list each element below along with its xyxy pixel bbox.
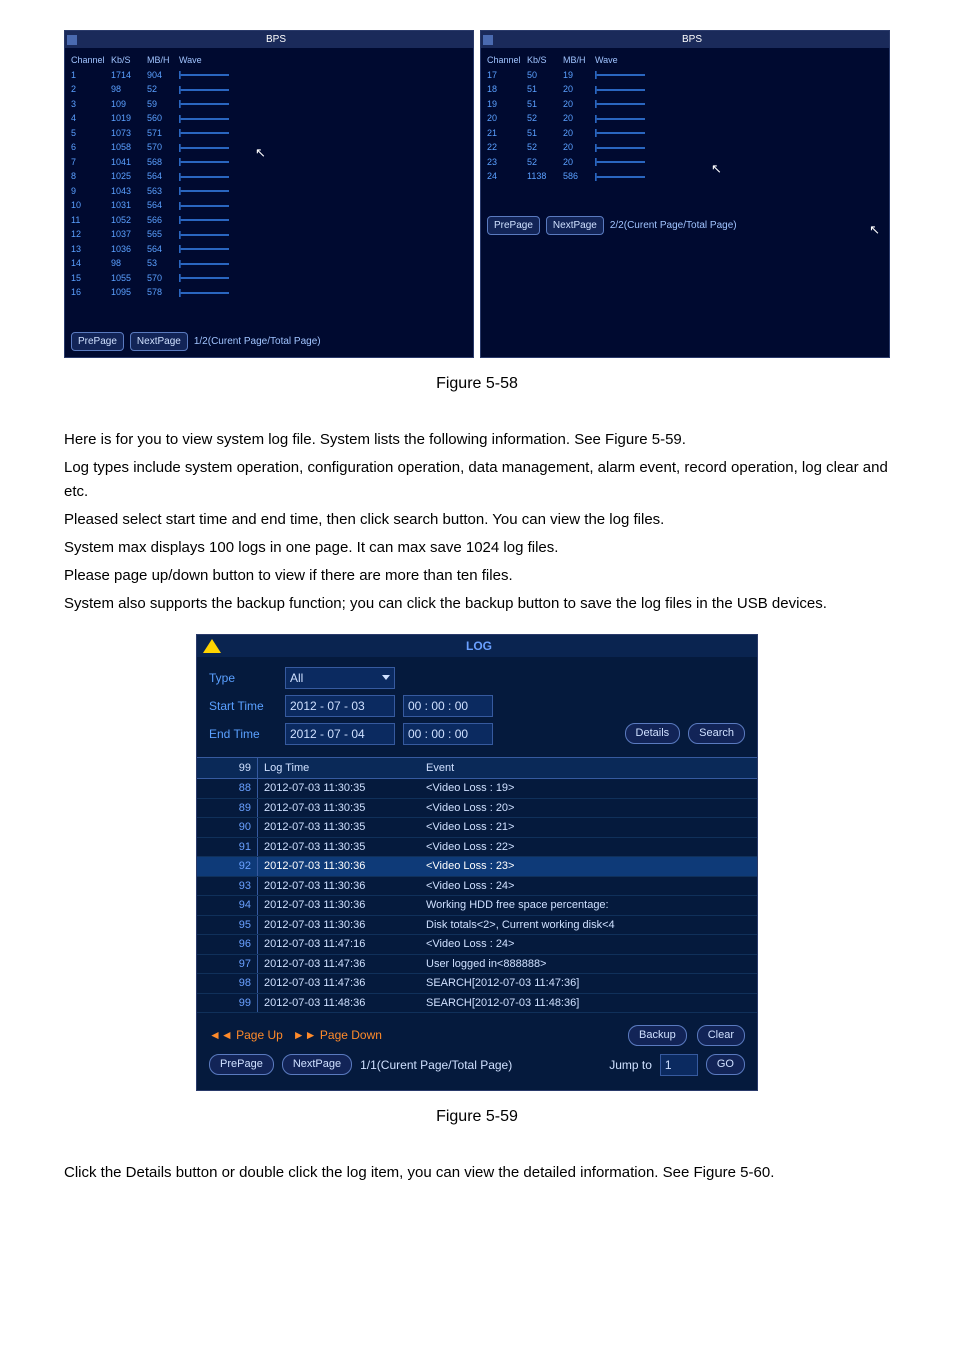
- log-row[interactable]: 972012-07-03 11:47:36User logged in<8888…: [197, 955, 757, 975]
- warning-icon: [203, 639, 221, 653]
- go-button[interactable]: GO: [706, 1054, 745, 1075]
- page-up-link[interactable]: ◄◄ Page Up: [209, 1026, 283, 1044]
- nextpage-button[interactable]: NextPage: [130, 332, 188, 351]
- log-title: LOG: [207, 637, 751, 655]
- type-value: All: [290, 669, 303, 687]
- search-button[interactable]: Search: [688, 723, 745, 744]
- log-row[interactable]: 952012-07-03 11:30:36Disk totals<2>, Cur…: [197, 916, 757, 936]
- prepage-button[interactable]: PrePage: [71, 332, 124, 351]
- chevron-down-icon: [382, 675, 390, 680]
- end-time-input[interactable]: 00 : 00 : 00: [403, 723, 493, 745]
- page-indicator: 1/2(Curent Page/Total Page): [194, 334, 321, 349]
- bps-title: BPS: [81, 32, 471, 47]
- col-count: 99: [197, 758, 258, 779]
- paragraph: Log types include system operation, conf…: [64, 456, 890, 504]
- log-row[interactable]: 892012-07-03 11:30:35<Video Loss : 20>: [197, 799, 757, 819]
- log-row[interactable]: 912012-07-03 11:30:35<Video Loss : 22>: [197, 838, 757, 858]
- paragraph: Here is for you to view system log file.…: [64, 428, 890, 452]
- paragraph: System also supports the backup function…: [64, 592, 890, 616]
- col-logtime[interactable]: Log Time: [258, 758, 420, 779]
- log-row[interactable]: 902012-07-03 11:30:35<Video Loss : 21>: [197, 818, 757, 838]
- bps-panel-right: BPS ChannelKb/SMB/HWave17501918512019512…: [480, 30, 890, 358]
- start-time-input[interactable]: 00 : 00 : 00: [403, 695, 493, 717]
- nextpage-button[interactable]: NextPage: [282, 1054, 352, 1075]
- start-time-label: Start Time: [209, 697, 277, 715]
- page-down-link[interactable]: ►► Page Down: [293, 1026, 382, 1044]
- type-select[interactable]: All: [285, 667, 395, 689]
- figure-caption-2: Figure 5-59: [64, 1105, 890, 1129]
- paragraph: Pleased select start time and end time, …: [64, 508, 890, 532]
- details-button[interactable]: Details: [625, 723, 681, 744]
- bps-title: BPS: [497, 32, 887, 47]
- log-list-header: 99 Log Time Event: [197, 757, 757, 780]
- log-row[interactable]: 922012-07-03 11:30:36<Video Loss : 23>: [197, 857, 757, 877]
- end-time-label: End Time: [209, 725, 277, 743]
- bps-titlebar-right: BPS: [481, 31, 889, 48]
- window-icon: [67, 35, 77, 45]
- nextpage-button[interactable]: NextPage: [546, 216, 604, 235]
- window-icon: [483, 35, 493, 45]
- log-row[interactable]: 982012-07-03 11:47:36SEARCH[2012-07-03 1…: [197, 974, 757, 994]
- paragraph: Click the Details button or double click…: [64, 1161, 890, 1185]
- jump-to-label: Jump to: [609, 1056, 652, 1074]
- bps-screenshots: BPS ChannelKb/SMB/HWave11714904298523109…: [64, 30, 890, 358]
- jump-to-input[interactable]: 1: [660, 1054, 698, 1076]
- bps-titlebar-left: BPS: [65, 31, 473, 48]
- type-label: Type: [209, 669, 277, 687]
- paragraph: Please page up/down button to view if th…: [64, 564, 890, 588]
- page-indicator: 2/2(Curent Page/Total Page): [610, 218, 737, 233]
- log-row[interactable]: 942012-07-03 11:30:36Working HDD free sp…: [197, 896, 757, 916]
- log-titlebar: LOG: [197, 635, 757, 657]
- paragraph: System max displays 100 logs in one page…: [64, 536, 890, 560]
- page-total: 1/1(Curent Page/Total Page): [360, 1056, 512, 1074]
- prepage-button[interactable]: PrePage: [209, 1054, 274, 1075]
- bps-panel-left: BPS ChannelKb/SMB/HWave11714904298523109…: [64, 30, 474, 358]
- clear-button[interactable]: Clear: [697, 1025, 745, 1046]
- page-number: 97: [865, 1300, 882, 1323]
- log-row[interactable]: 992012-07-03 11:48:36SEARCH[2012-07-03 1…: [197, 994, 757, 1014]
- col-event[interactable]: Event: [420, 758, 757, 779]
- log-row[interactable]: 932012-07-03 11:30:36<Video Loss : 24>: [197, 877, 757, 897]
- log-row[interactable]: 962012-07-03 11:47:16<Video Loss : 24>: [197, 935, 757, 955]
- start-date-input[interactable]: 2012 - 07 - 03: [285, 695, 395, 717]
- log-panel: LOG Type All Start Time 2012 - 07 - 03 0…: [196, 634, 758, 1091]
- log-row[interactable]: 882012-07-03 11:30:35<Video Loss : 19>: [197, 779, 757, 799]
- figure-caption-1: Figure 5-58: [64, 372, 890, 396]
- backup-button[interactable]: Backup: [628, 1025, 687, 1046]
- prepage-button[interactable]: PrePage: [487, 216, 540, 235]
- end-date-input[interactable]: 2012 - 07 - 04: [285, 723, 395, 745]
